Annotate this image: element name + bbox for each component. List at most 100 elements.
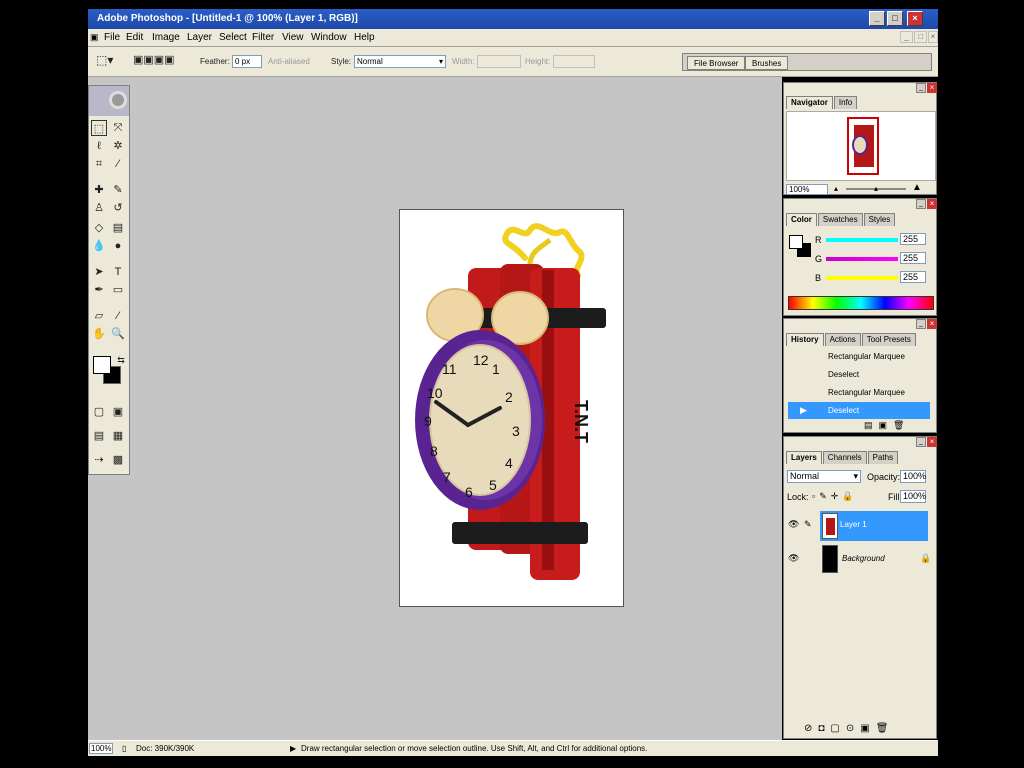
menu-file[interactable]: File xyxy=(104,32,120,43)
imageready-icon[interactable]: ▩ xyxy=(110,452,126,468)
menu-view[interactable]: View xyxy=(282,32,304,43)
history-action-icons[interactable]: ▤▣🗑 xyxy=(864,420,934,431)
clone-stamp-icon[interactable]: ♙ xyxy=(91,200,107,216)
doc-minimize-button[interactable]: _ xyxy=(900,31,913,43)
brushes-tab[interactable]: Brushes xyxy=(745,56,789,70)
panel-minimize-icon[interactable]: _ xyxy=(916,319,926,329)
status-zoom-input[interactable]: 100% xyxy=(89,743,113,754)
panel-minimize-icon[interactable]: _ xyxy=(916,199,926,209)
history-item[interactable]: Rectangular Marquee xyxy=(788,384,930,401)
dodge-tool-icon[interactable]: ● xyxy=(110,238,126,254)
menu-help[interactable]: Help xyxy=(354,32,375,43)
doc-close-button[interactable]: × xyxy=(928,31,938,43)
crop-tool-icon[interactable]: ⌗ xyxy=(91,156,107,172)
selection-mode-icons[interactable]: ▣▣▣▣ xyxy=(133,53,175,66)
navigator-view-box[interactable] xyxy=(847,117,879,175)
zoom-in-icon[interactable]: ▲ xyxy=(912,182,922,193)
history-item-selected[interactable]: Deselect xyxy=(788,402,930,419)
status-arrow-icon[interactable]: ▶ xyxy=(290,744,296,753)
menu-filter[interactable]: Filter xyxy=(252,32,274,43)
antialias-checkbox[interactable]: Anti-aliased xyxy=(268,57,310,66)
tab-history[interactable]: History xyxy=(786,333,824,346)
panel-minimize-icon[interactable]: _ xyxy=(916,437,926,447)
channel-b-input[interactable]: 255 xyxy=(900,271,926,283)
hand-tool-icon[interactable]: ✋ xyxy=(91,326,107,342)
maximize-button[interactable]: □ xyxy=(887,11,903,26)
zoom-out-icon[interactable]: ▴ xyxy=(834,184,838,193)
tab-tool-presets[interactable]: Tool Presets xyxy=(861,333,916,346)
menu-window[interactable]: Window xyxy=(311,32,347,43)
slice-tool-icon[interactable]: ⁄ xyxy=(110,156,126,172)
channel-g-input[interactable]: 255 xyxy=(900,252,926,264)
tab-navigator[interactable]: Navigator xyxy=(786,96,833,109)
app-icon[interactable]: ▣ xyxy=(90,32,99,43)
navigator-preview[interactable] xyxy=(786,111,936,181)
quick-mask-icon[interactable]: ▣ xyxy=(110,404,126,420)
menu-select[interactable]: Select xyxy=(219,32,247,43)
swap-colors-icon[interactable]: ⇆ xyxy=(113,352,129,368)
minimize-button[interactable]: _ xyxy=(869,11,885,26)
tab-info[interactable]: Info xyxy=(833,96,858,109)
panel-minimize-icon[interactable]: _ xyxy=(916,83,926,93)
menu-layer[interactable]: Layer xyxy=(187,32,212,43)
shape-tool-icon[interactable]: ▭ xyxy=(110,282,126,298)
close-button[interactable]: × xyxy=(907,11,923,26)
magic-wand-icon[interactable]: ✲ xyxy=(110,138,126,154)
foreground-color-swatch[interactable] xyxy=(93,356,111,374)
feather-input[interactable]: 0 px xyxy=(232,55,262,68)
panel-close-icon[interactable]: × xyxy=(927,319,937,329)
width-input[interactable] xyxy=(477,55,521,68)
screen-mode-icon[interactable]: ▤ xyxy=(91,428,107,444)
tab-color[interactable]: Color xyxy=(786,213,817,226)
panel-close-icon[interactable]: × xyxy=(927,199,937,209)
move-tool-icon[interactable]: ⤧ xyxy=(110,120,126,136)
zoom-slider-handle[interactable]: ▴ xyxy=(874,184,878,193)
document-canvas[interactable]: T.N.T 12 1 2 3 4 5 6 7 8 9 10 11 xyxy=(399,209,624,607)
marquee-tool-icon[interactable]: ⬚▾ xyxy=(96,53,113,67)
marquee-tool-icon[interactable]: ⬚ xyxy=(91,120,107,136)
channel-r-slider[interactable] xyxy=(826,238,898,242)
channel-b-slider[interactable] xyxy=(826,276,898,280)
navigator-zoom-input[interactable]: 100% xyxy=(786,184,828,195)
menu-edit[interactable]: Edit xyxy=(126,32,143,43)
panel-close-icon[interactable]: × xyxy=(927,83,937,93)
zoom-tool-icon[interactable]: 🔍 xyxy=(110,326,126,342)
type-tool-icon[interactable]: T xyxy=(110,264,126,280)
channel-g-slider[interactable] xyxy=(826,257,898,261)
tab-channels[interactable]: Channels xyxy=(822,451,867,464)
notes-tool-icon[interactable]: ▱ xyxy=(91,308,107,324)
history-brush-icon[interactable]: ↺ xyxy=(110,200,126,216)
opacity-input[interactable]: 100% xyxy=(900,470,926,483)
adobe-logo[interactable] xyxy=(89,86,129,116)
height-input[interactable] xyxy=(553,55,595,68)
fg-color-chip[interactable] xyxy=(789,235,803,249)
tab-paths[interactable]: Paths xyxy=(867,451,899,464)
healing-brush-icon[interactable]: ✚ xyxy=(91,182,107,198)
pen-tool-icon[interactable]: ✒ xyxy=(91,282,107,298)
history-item[interactable]: Rectangular Marquee xyxy=(788,348,930,365)
visibility-eye-icon[interactable]: 👁 xyxy=(788,553,799,564)
blur-tool-icon[interactable]: 💧 xyxy=(91,238,107,254)
panel-close-icon[interactable]: × xyxy=(927,437,937,447)
color-ramp[interactable] xyxy=(788,296,934,310)
fullscreen-mode-icon[interactable]: ▦ xyxy=(110,428,126,444)
tab-swatches[interactable]: Swatches xyxy=(817,213,863,226)
file-browser-tab[interactable]: File Browser xyxy=(687,56,746,70)
doc-restore-button[interactable]: □ xyxy=(914,31,927,43)
path-selection-icon[interactable]: ➤ xyxy=(91,264,107,280)
channel-r-input[interactable]: 255 xyxy=(900,233,926,245)
brush-tool-icon[interactable]: ✎ xyxy=(110,182,126,198)
style-select[interactable]: Normal ▾ xyxy=(354,55,446,68)
lock-icons[interactable]: ▫✎✛🔒 xyxy=(812,491,857,502)
eyedropper-icon[interactable]: ⁄ xyxy=(110,308,126,324)
layer-action-icons[interactable]: ⊘◘▢⊙▣🗑 xyxy=(804,723,934,734)
layer-row-selected[interactable]: 👁 ✎ Layer 1 xyxy=(786,509,928,541)
standard-mode-icon[interactable]: ▢ xyxy=(91,404,107,420)
menu-image[interactable]: Image xyxy=(152,32,180,43)
history-item[interactable]: Deselect xyxy=(788,366,930,383)
jump-to-imageready-icon[interactable]: ⇢ xyxy=(91,452,107,468)
blend-mode-select[interactable]: Normal ▾ xyxy=(787,470,861,483)
tab-actions[interactable]: Actions xyxy=(824,333,861,346)
layer-row[interactable]: 👁 Background 🔒 xyxy=(786,543,931,575)
eraser-tool-icon[interactable]: ◇ xyxy=(91,220,107,236)
